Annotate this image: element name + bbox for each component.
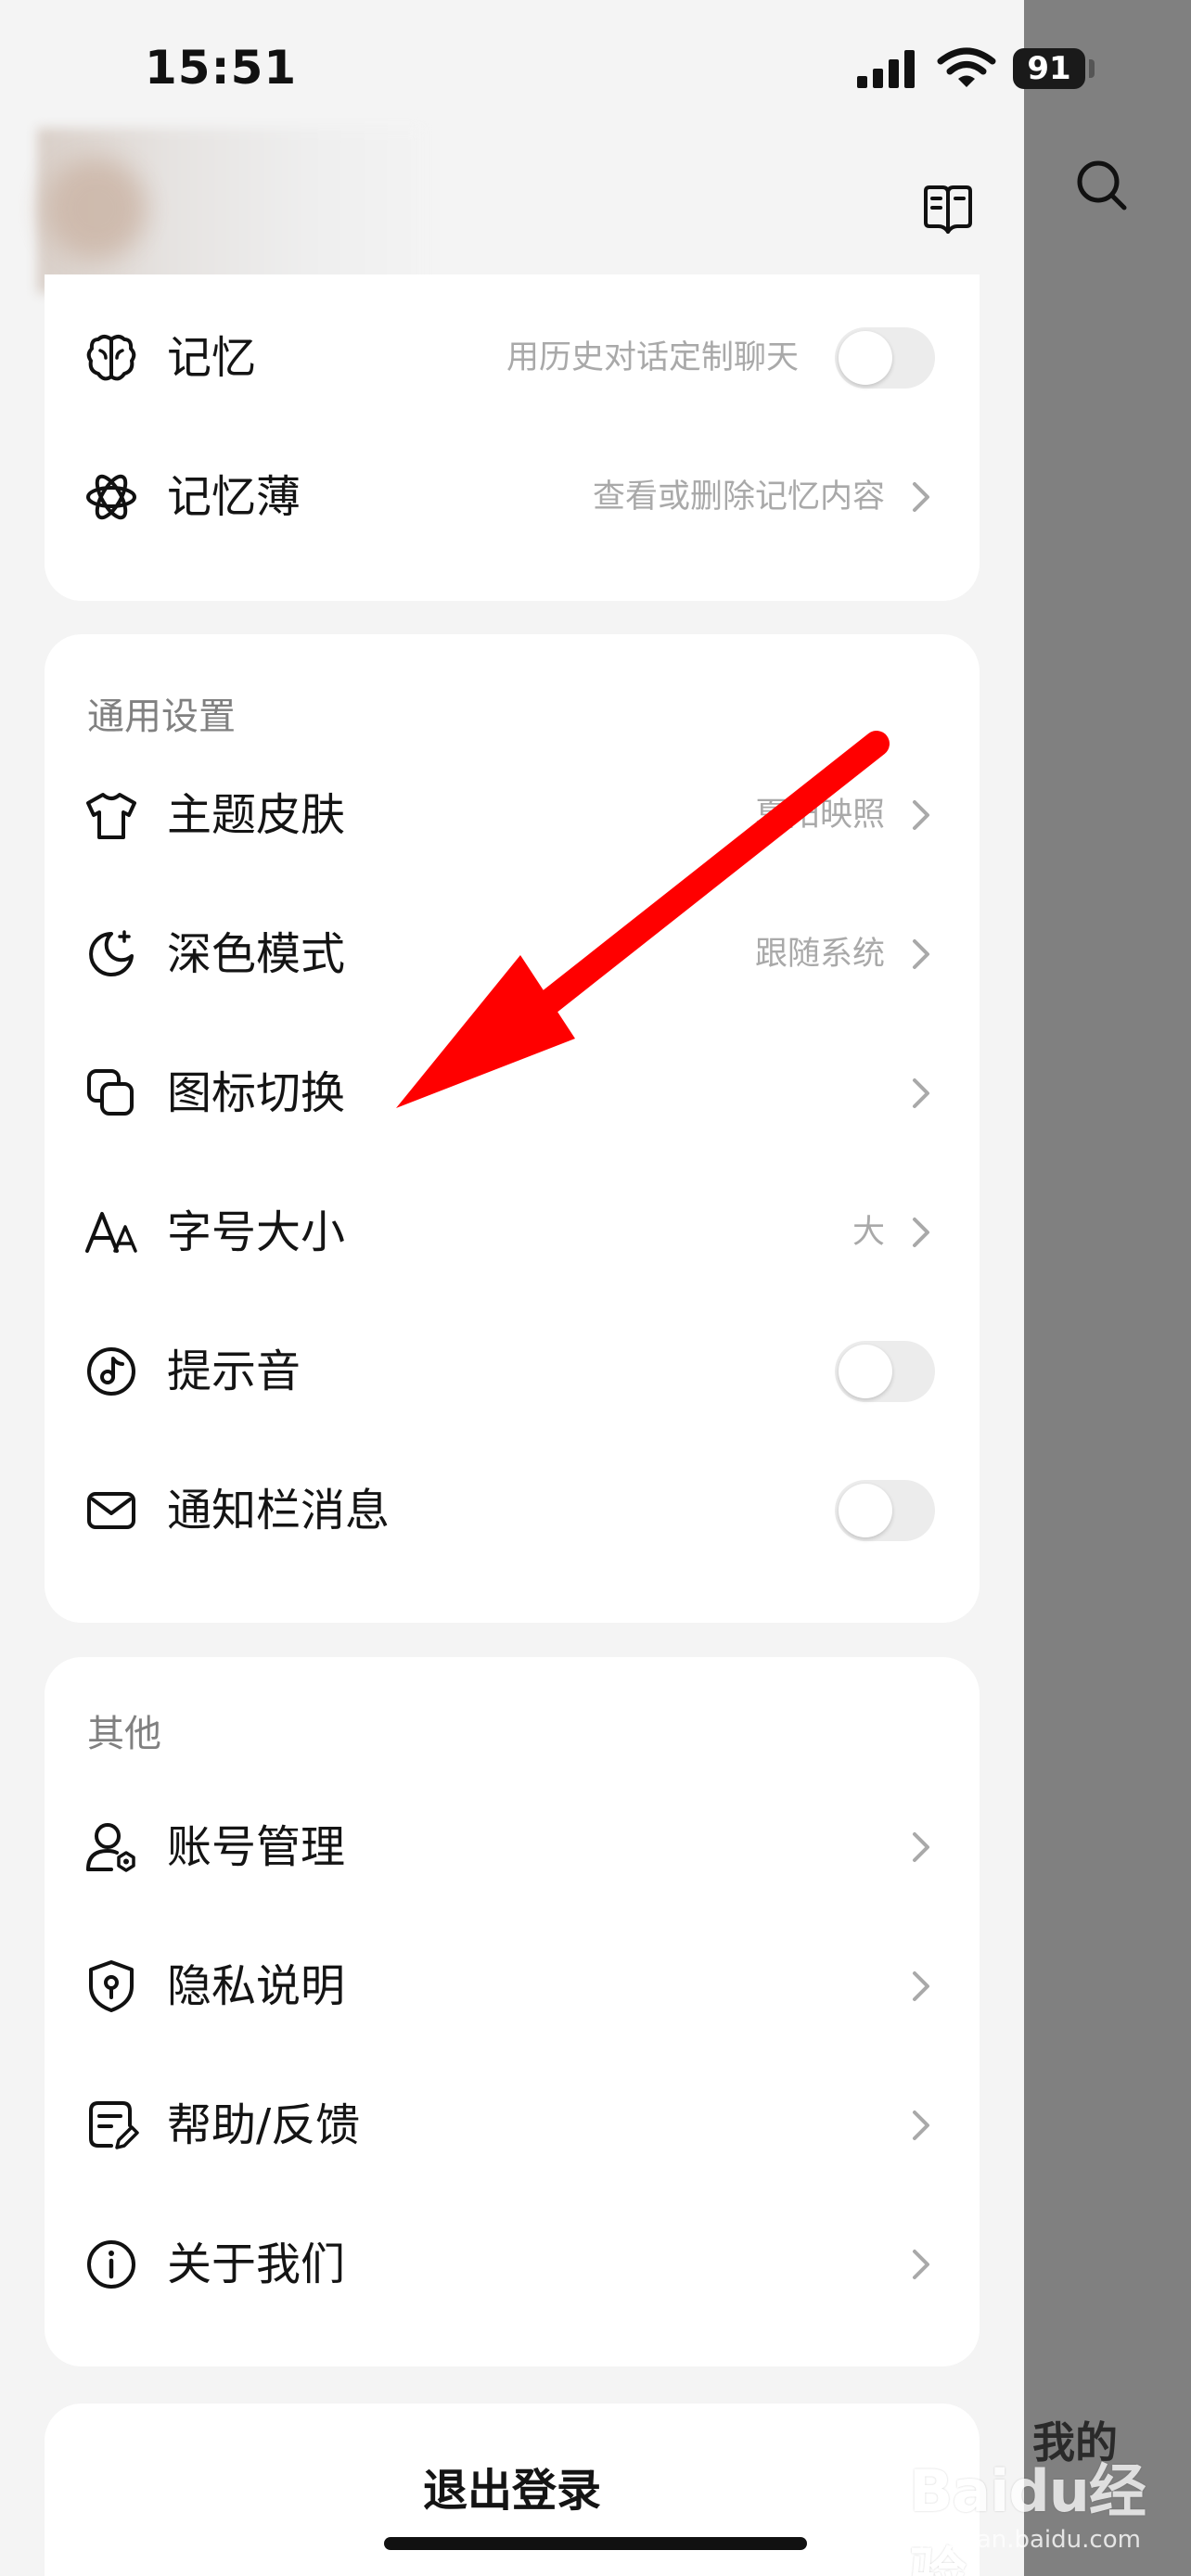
notification-toggle[interactable] (835, 1480, 935, 1541)
settings-row-value: 用历史对话定制聊天 (506, 339, 799, 376)
settings-row-privacy[interactable]: 隐私说明 (45, 1917, 980, 2056)
feedback-icon (89, 2101, 139, 2149)
chevron-right-icon (913, 939, 929, 969)
settings-row-label: 提示音 (167, 1345, 301, 1397)
wifi-icon (937, 47, 996, 87)
memory-toggle[interactable] (835, 327, 935, 389)
moon-icon (89, 930, 134, 976)
settings-row-label: 字号大小 (167, 1206, 346, 1258)
status-time: 15:51 (145, 41, 298, 95)
settings-row-account[interactable]: 账号管理 (45, 1778, 980, 1917)
home-indicator (384, 2537, 807, 2550)
settings-row-about[interactable]: 关于我们 (45, 2195, 980, 2334)
settings-row-label: 通知栏消息 (167, 1485, 391, 1537)
tshirt-icon (86, 793, 136, 839)
other-settings-card: 其他 账号管理 隐私说明 帮助/反馈 关于我们 (45, 1657, 980, 2366)
dimmed-background-panel[interactable] (1024, 0, 1191, 2576)
chevron-right-icon (913, 2250, 929, 2279)
sound-toggle[interactable] (835, 1341, 935, 1402)
settings-row-help-feedback[interactable]: 帮助/反馈 (45, 2056, 980, 2195)
settings-row-sound[interactable]: 提示音 (45, 1302, 980, 1441)
chevron-right-icon (913, 482, 929, 512)
atom-icon (86, 474, 136, 520)
brain-icon (86, 335, 136, 381)
settings-row-label: 主题皮肤 (167, 789, 346, 841)
settings-row-label: 图标切换 (167, 1067, 346, 1119)
chevron-right-icon (913, 1971, 929, 2001)
cellular-signal-icon (857, 50, 915, 88)
book-icon[interactable] (918, 180, 978, 239)
music-note-icon (87, 1347, 135, 1396)
settings-row-memory[interactable]: 记忆 用历史对话定制聊天 (45, 288, 980, 427)
shield-lock-icon (89, 1960, 134, 2012)
memory-settings-card: 记忆 用历史对话定制聊天 记忆薄 查看或删除记忆内容 (45, 274, 980, 601)
chevron-right-icon (913, 2111, 929, 2140)
settings-row-label: 帮助/反馈 (167, 2099, 361, 2151)
settings-row-memory-book[interactable]: 记忆薄 查看或删除记忆内容 (45, 427, 980, 567)
chevron-right-icon (913, 1218, 929, 1247)
settings-row-label: 账号管理 (167, 1821, 346, 1873)
settings-row-label: 关于我们 (167, 2238, 346, 2290)
layers-icon (87, 1069, 134, 1116)
mail-icon (87, 1492, 135, 1529)
chevron-right-icon (913, 1078, 929, 1108)
account-settings-icon (86, 1823, 135, 1872)
section-title-general: 通用设置 (87, 695, 236, 738)
info-icon (87, 2240, 135, 2289)
battery-indicator: 91 (1013, 48, 1085, 89)
chevron-right-icon (913, 800, 929, 830)
watermark-brand: Baidu经验 (909, 2457, 1146, 2576)
search-icon[interactable] (1074, 158, 1130, 213)
settings-row-label: 记忆薄 (167, 471, 301, 523)
section-title-other: 其他 (87, 1713, 161, 1755)
toggle-knob (839, 1484, 892, 1537)
logout-label: 退出登录 (422, 2465, 601, 2517)
settings-row-notification[interactable]: 通知栏消息 (45, 1441, 980, 1580)
watermark-url: jingyan.baidu.com (918, 2526, 1141, 2554)
settings-row-label: 记忆 (167, 332, 257, 384)
red-annotation-arrow (396, 731, 890, 1108)
logout-button[interactable]: 退出登录 (45, 2404, 980, 2576)
settings-row-font-size[interactable]: 字号大小 大 (45, 1163, 980, 1302)
baidu-watermark: Baidu经验 jingyan.baidu.com (909, 2444, 1159, 2576)
avatar[interactable] (45, 158, 147, 260)
font-size-icon (85, 1212, 137, 1253)
settings-row-label: 隐私说明 (167, 1960, 346, 2012)
settings-row-value: 查看或删除记忆内容 (592, 478, 885, 516)
settings-row-value: 大 (852, 1214, 885, 1251)
toggle-knob (839, 331, 892, 385)
toggle-knob (839, 1345, 892, 1398)
chevron-right-icon (913, 1832, 929, 1862)
battery-tip (1089, 59, 1095, 78)
settings-row-label: 深色模式 (167, 928, 346, 980)
